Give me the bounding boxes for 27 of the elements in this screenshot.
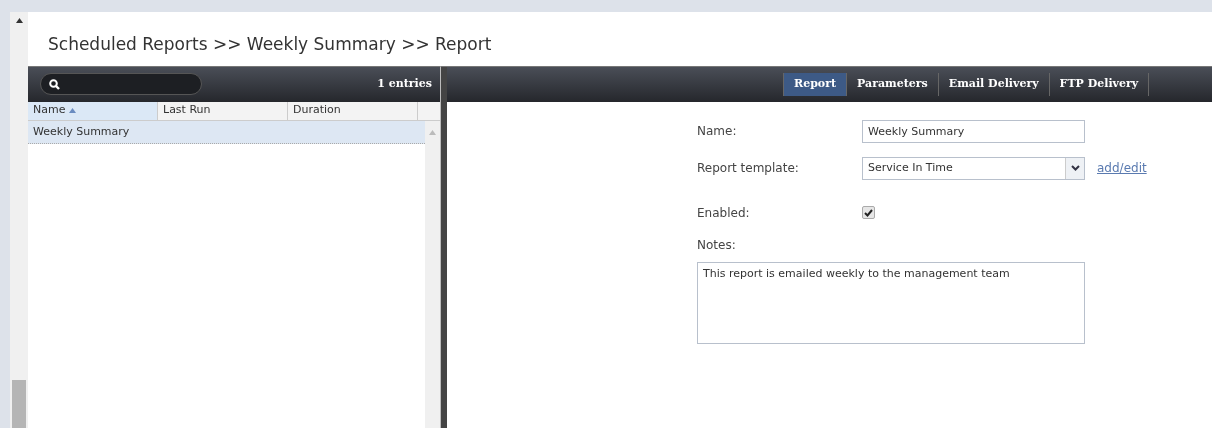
scroll-up-icon[interactable] [15,18,23,23]
scrollbar-thumb[interactable] [12,380,26,428]
list-row[interactable]: Weekly Summary [28,120,425,144]
add-edit-link[interactable]: add/edit [1097,159,1147,177]
field-label: Notes: [697,236,737,254]
sort-ascending-icon [69,108,77,113]
enabled-checkbox[interactable] [862,206,875,219]
tab[interactable]: Email Delivery [937,72,1049,96]
field-label: Enabled: [697,204,751,222]
splitter-bar[interactable] [440,65,447,428]
chevron-down-icon [1070,165,1080,171]
entries-count: 1 entries [377,75,432,92]
notes-field[interactable]: This report is emailed weekly to the management team [697,261,1085,344]
template-dropdown[interactable]: Service In Time [862,156,1085,180]
column-header[interactable]: Last Run [158,101,288,120]
tab[interactable]: FTP Delivery [1048,72,1150,96]
tab[interactable]: Parameters [846,72,938,96]
field-label: Report template: [697,160,800,177]
scrollbar[interactable] [10,12,28,428]
tab[interactable]: Report [783,72,847,96]
grid-scrollbar[interactable] [425,120,440,428]
search-field[interactable] [40,73,202,95]
name-field[interactable]: Weekly Summary [862,119,1085,143]
search-icon [49,78,60,90]
field-label: Name: [697,123,738,140]
page-title: Scheduled Reports >> Weekly Summary >> Report [47,33,493,56]
column-header[interactable]: Duration [288,101,418,120]
